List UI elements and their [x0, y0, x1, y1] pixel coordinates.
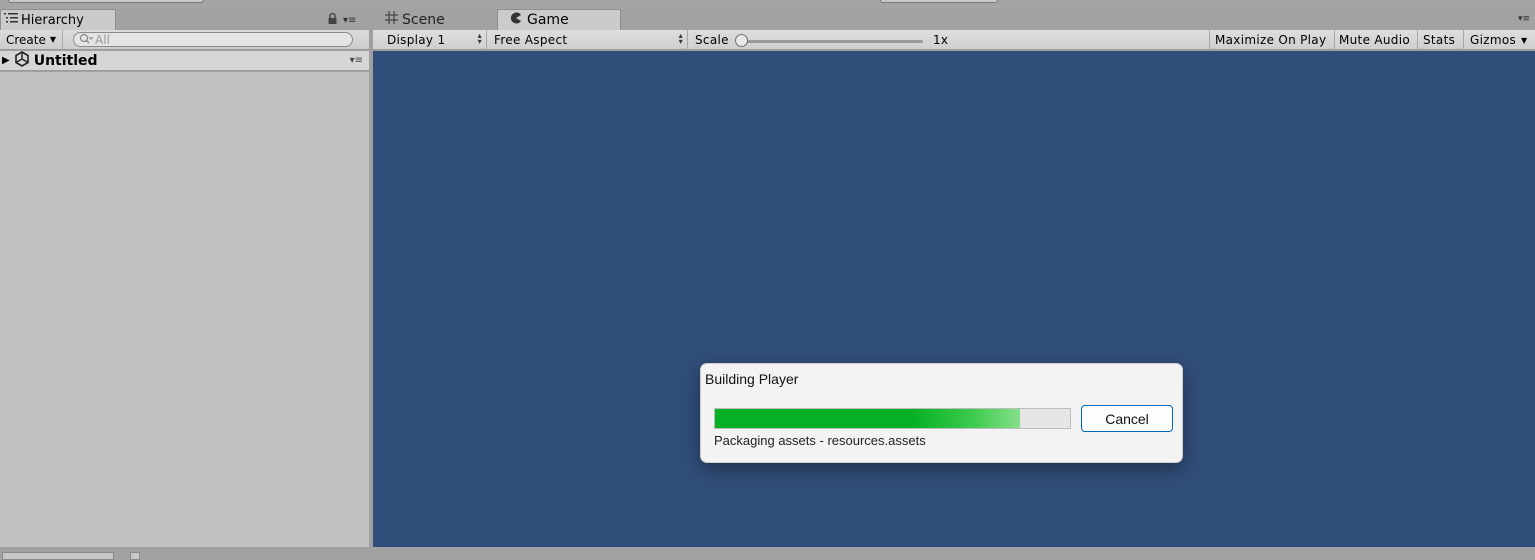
tab-hierarchy[interactable]: Hierarchy	[0, 9, 116, 30]
tab-hierarchy-label: Hierarchy	[21, 12, 84, 28]
expand-arrow-icon[interactable]: ▶	[2, 55, 10, 66]
dialog-title: Building Player	[705, 371, 799, 387]
grid-icon	[385, 11, 398, 28]
updown-arrows-icon: ▴ ▾	[477, 31, 482, 46]
mute-audio-toggle[interactable]: Mute Audio	[1335, 30, 1418, 50]
hierarchy-tab-tools: ▾≡	[328, 12, 368, 28]
scene-row[interactable]: ▶ Untitled ▾≡	[0, 51, 369, 71]
dialog-status-text: Packaging assets - resources.assets	[714, 433, 926, 448]
game-toolbar: Display 1 ▴ ▾ Free Aspect ▴ ▾ Scale 1x Max…	[373, 30, 1535, 50]
tab-game-label: Game	[527, 12, 569, 28]
panel-menu-icon[interactable]: ▾≡	[343, 15, 356, 26]
scene-name: Untitled	[33, 52, 98, 69]
aspect-dropdown[interactable]: Free Aspect ▴ ▾	[488, 30, 688, 50]
create-label: Create	[6, 32, 46, 47]
scale-value: 1x	[933, 33, 949, 47]
gizmos-label: Gizmos	[1470, 33, 1517, 47]
aspect-label: Free Aspect	[494, 33, 568, 47]
stats-label: Stats	[1423, 33, 1456, 47]
updown-arrows-icon: ▴ ▾	[678, 31, 683, 46]
toolbar-button-stub[interactable]	[880, 0, 998, 3]
tab-game[interactable]: Game	[497, 9, 621, 30]
maximize-label: Maximize On Play	[1215, 33, 1327, 47]
search-icon[interactable]	[79, 33, 94, 47]
toolbar-button-stub[interactable]	[8, 0, 204, 3]
build-progress-dialog: Building Player Cancel Packaging assets …	[700, 363, 1183, 463]
create-dropdown[interactable]: Create ▼	[0, 29, 64, 50]
scale-label: Scale	[695, 33, 729, 47]
lock-icon[interactable]	[328, 12, 337, 27]
scene-menu-icon[interactable]: ▾≡	[350, 55, 363, 66]
tab-scene[interactable]: Scene	[381, 9, 491, 30]
progress-bar	[714, 408, 1071, 429]
tab-scene-label: Scene	[402, 11, 445, 28]
progress-bar-fill	[715, 409, 1021, 428]
cancel-button[interactable]: Cancel	[1081, 405, 1173, 432]
stats-toggle[interactable]: Stats	[1418, 30, 1464, 50]
dropdown-arrow-icon: ▼	[49, 35, 57, 44]
hierarchy-list-icon	[4, 12, 18, 28]
top-toolbar-strip	[0, 0, 1535, 9]
dropdown-arrow-icon: ▼	[1521, 35, 1528, 45]
display-dropdown[interactable]: Display 1 ▴ ▾	[381, 30, 487, 50]
unity-scene-icon	[14, 51, 30, 70]
hierarchy-list[interactable]	[0, 72, 369, 547]
bottom-tab-stub[interactable]	[2, 552, 114, 560]
mute-label: Mute Audio	[1339, 33, 1410, 47]
pacman-icon	[510, 12, 522, 28]
maximize-on-play-toggle[interactable]: Maximize On Play	[1209, 30, 1335, 50]
gizmos-dropdown[interactable]: Gizmos ▼	[1464, 30, 1535, 50]
display-label: Display 1	[387, 33, 446, 47]
scale-slider-thumb[interactable]	[735, 34, 748, 47]
game-viewport[interactable]	[373, 51, 1535, 547]
hierarchy-toolbar: Create ▼	[0, 29, 369, 50]
panel-menu-icon[interactable]: ▾≡	[1518, 14, 1530, 24]
search-input[interactable]	[95, 32, 336, 47]
bottom-tab-stub[interactable]	[130, 552, 140, 560]
bottom-strip	[0, 547, 1535, 560]
hierarchy-search[interactable]	[73, 32, 354, 47]
scale-slider-track[interactable]	[740, 40, 923, 43]
